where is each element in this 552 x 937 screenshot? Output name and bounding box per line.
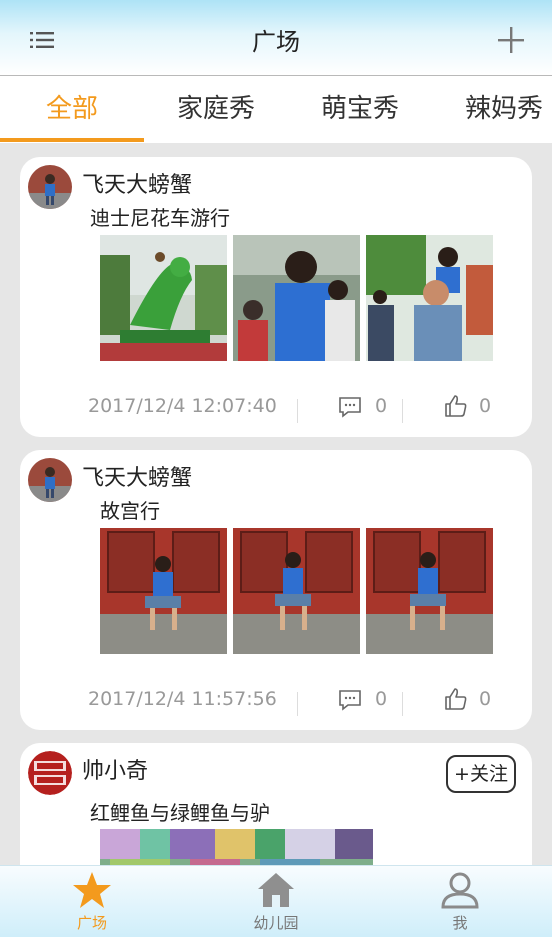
author-name[interactable]: 帅小奇 xyxy=(82,753,148,785)
post-text: 红鲤鱼与绿鲤鱼与驴 xyxy=(90,801,270,825)
nav-item-kindergarten[interactable]: 幼儿园 xyxy=(216,866,336,937)
post-card[interactable]: 飞天大螃蟹 故宫行 2017/12/4 11:57:56 0 0 xyxy=(20,450,532,730)
nav-label: 幼儿园 xyxy=(253,914,299,932)
divider xyxy=(402,692,403,716)
photo-thumbnail[interactable] xyxy=(100,528,227,654)
category-tabs: 全部 家庭秀 萌宝秀 辣妈秀 xyxy=(0,76,552,143)
house-icon xyxy=(258,873,294,907)
post-text: 故宫行 xyxy=(100,499,160,523)
photo-thumbnail[interactable] xyxy=(100,235,227,361)
nav-label: 我 xyxy=(452,914,468,932)
nav-label: 广场 xyxy=(76,914,107,932)
tab-family[interactable]: 家庭秀 xyxy=(144,76,288,143)
tab-mom[interactable]: 辣妈秀 xyxy=(432,76,552,143)
page-title: 广场 xyxy=(252,28,300,56)
like-count: 0 xyxy=(479,688,492,710)
plus-icon[interactable] xyxy=(496,25,526,55)
post-timestamp: 2017/12/4 12:07:40 xyxy=(88,395,277,417)
star-icon xyxy=(73,872,111,908)
comment-count: 0 xyxy=(375,688,388,710)
thumbs-up-icon[interactable] xyxy=(444,687,468,711)
photo-thumbnail[interactable] xyxy=(366,235,493,361)
follow-button[interactable]: +关注 xyxy=(446,755,516,793)
comment-icon[interactable] xyxy=(338,688,362,712)
divider xyxy=(297,692,298,716)
divider xyxy=(402,399,403,423)
avatar[interactable] xyxy=(28,458,72,502)
divider xyxy=(297,399,298,423)
avatar[interactable] xyxy=(28,165,72,209)
post-card[interactable]: 飞天大螃蟹 迪士尼花车游行 2017/12/4 12:07:40 0 0 xyxy=(20,157,532,437)
nav-item-plaza[interactable]: 广场 xyxy=(32,866,152,937)
tab-all[interactable]: 全部 xyxy=(0,76,144,143)
post-timestamp: 2017/12/4 11:57:56 xyxy=(88,688,277,710)
author-name[interactable]: 飞天大螃蟹 xyxy=(82,460,192,492)
person-icon xyxy=(441,872,479,909)
nav-item-me[interactable]: 我 xyxy=(400,866,520,937)
photo-thumbnail[interactable] xyxy=(366,528,493,654)
like-count: 0 xyxy=(479,395,492,417)
tab-indicator xyxy=(0,138,144,142)
comment-icon[interactable] xyxy=(338,395,362,419)
bottom-nav: 广场 幼儿园 我 xyxy=(0,865,552,937)
top-bar: 广场 xyxy=(0,0,552,76)
photo-thumbnail[interactable] xyxy=(233,528,360,654)
post-text: 迪士尼花车游行 xyxy=(90,206,230,230)
author-name[interactable]: 飞天大螃蟹 xyxy=(82,167,192,199)
tab-baby[interactable]: 萌宝秀 xyxy=(288,76,432,143)
thumbs-up-icon[interactable] xyxy=(444,394,468,418)
avatar[interactable] xyxy=(28,751,72,795)
comment-count: 0 xyxy=(375,395,388,417)
photo-thumbnail[interactable] xyxy=(233,235,360,361)
